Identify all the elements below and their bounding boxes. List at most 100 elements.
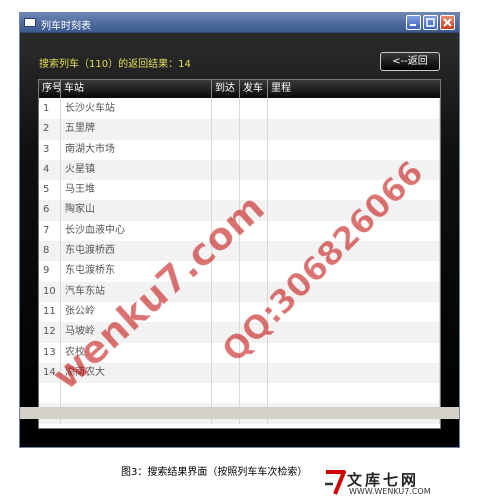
cell-index: 9 [39,261,61,282]
cell-distance [268,301,440,323]
cell-depart [240,99,268,120]
cell-arrive [212,342,240,363]
cell-distance [268,220,440,242]
cell-distance [268,342,440,363]
minimize-icon [410,24,416,26]
table-row[interactable]: 6 陶家山 [39,200,440,221]
cell-index: 1 [39,99,61,120]
cell-arrive [212,301,240,323]
cell-distance [268,159,440,181]
column-header-arrive[interactable]: 到达 [212,80,240,98]
title-bar[interactable]: 列车时刻表 [20,13,459,33]
app-icon [24,18,36,27]
cell-arrive [212,322,240,343]
close-button[interactable] [440,15,455,30]
cell-depart [240,220,268,242]
table-row[interactable]: 8 东屯渡桥西 [39,241,440,262]
cell-arrive [212,220,240,242]
table-header: 序号 车站 到达 发车 里程 [39,80,440,98]
table-row[interactable]: 4 火星镇 [39,159,440,181]
cell-depart [240,281,268,302]
cell-index: 5 [39,180,61,201]
status-bar [20,407,459,419]
cell-index [39,383,61,404]
cell-index: 8 [39,241,61,262]
cell-depart [240,200,268,221]
table-row[interactable]: 10 汽车东站 [39,281,440,302]
cell-depart [240,261,268,282]
table-row[interactable]: 9 东屯渡桥东 [39,261,440,282]
cell-arrive [212,241,240,262]
cell-distance [268,241,440,262]
cell-index: 3 [39,139,61,160]
close-icon [443,18,452,27]
cell-index: 2 [39,119,61,140]
window-title: 列车时刻表 [41,21,91,32]
cell-distance [268,322,440,343]
cell-distance [268,180,440,201]
table-row[interactable]: 12 马坡岭 [39,322,440,343]
table-row[interactable]: 1 长沙火车站 [39,99,440,120]
logo-url: WWW.WENKU7.COM [349,487,431,496]
cell-arrive [212,180,240,201]
cell-station: 陶家山 [61,200,212,221]
cell-station: 东屯渡桥东 [61,261,212,282]
cell-arrive [212,261,240,282]
column-header-depart[interactable]: 发车 [240,80,268,98]
cell-station: 汽车东站 [61,281,212,302]
cell-depart [240,301,268,323]
column-header-distance[interactable]: 里程 [268,80,440,98]
table-row[interactable]: 13 农校 [39,342,440,363]
cell-arrive [212,99,240,120]
cell-index: 6 [39,200,61,221]
back-button[interactable]: <--返回 [380,52,440,71]
cell-station: 五里牌 [61,119,212,140]
cell-station: 南湖大市场 [61,139,212,160]
cell-distance [268,200,440,221]
cell-station: 马坡岭 [61,322,212,343]
cell-station: 湖南农大 [61,362,212,384]
cell-depart [240,119,268,140]
table-body: 1 长沙火车站 2 五里牌 3 南湖大市场 4 火星镇 5 马王堆 6 陶家山 7 长沙血液中心 8 东屯渡桥… [39,99,440,424]
main-content: 搜索列车（110）的返回结果：14 <--返回 序号 车站 到达 发车 里程 1… [20,33,459,429]
cell-distance [268,383,440,404]
table-row[interactable]: 11 张公岭 [39,301,440,323]
cell-distance [268,261,440,282]
cell-distance [268,99,440,120]
maximize-button[interactable] [423,15,438,30]
cell-depart [240,241,268,262]
figure-caption: 图3：搜索结果界面（按照列车车次检索） [121,467,308,478]
table-row[interactable] [39,383,440,404]
table-row[interactable]: 5 马王堆 [39,180,440,201]
minimize-button[interactable] [406,15,421,30]
cell-arrive [212,119,240,140]
logo-seven-mark [325,470,346,495]
cell-index: 10 [39,281,61,302]
table-row[interactable]: 3 南湖大市场 [39,139,440,160]
cell-index: 12 [39,322,61,343]
maximize-icon [426,18,435,27]
cell-index: 4 [39,159,61,181]
cell-depart [240,322,268,343]
cell-depart [240,342,268,363]
cell-distance [268,119,440,140]
search-result-summary: 搜索列车（110）的返回结果：14 [39,59,191,70]
cell-index: 14 [39,362,61,384]
cell-station: 长沙血液中心 [61,220,212,242]
cell-index: 7 [39,220,61,242]
cell-arrive [212,281,240,302]
cell-station: 张公岭 [61,301,212,323]
timetable-grid[interactable]: 序号 车站 到达 发车 里程 1 长沙火车站 2 五里牌 3 南湖大市场 4 火星镇 5 马王堆 6… [38,79,441,429]
cell-depart [240,180,268,201]
cell-arrive [212,383,240,404]
table-row[interactable]: 2 五里牌 [39,119,440,140]
column-header-index[interactable]: 序号 [39,80,61,98]
cell-arrive [212,139,240,160]
table-row[interactable]: 7 长沙血液中心 [39,220,440,242]
cell-station [61,383,212,404]
table-row[interactable]: 14 湖南农大 [39,362,440,384]
column-header-station[interactable]: 车站 [61,80,212,98]
cell-depart [240,139,268,160]
app-window: 列车时刻表 搜索列车（110）的返回结果：14 <--返回 序号 车站 到达 发… [19,12,460,448]
cell-station: 农校 [61,342,212,363]
